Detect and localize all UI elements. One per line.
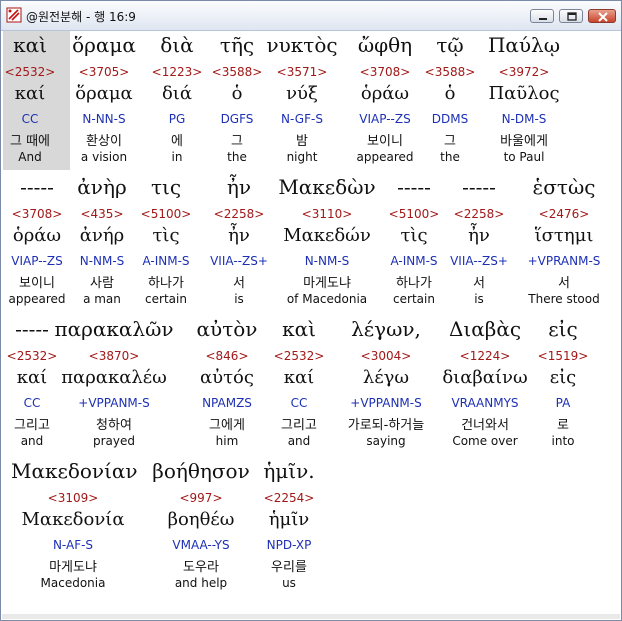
close-button[interactable] (588, 9, 616, 23)
word-parse: N-DM-S (501, 112, 547, 126)
word-num: <3870> (88, 349, 140, 363)
word-greek: ἑστὼς (532, 175, 596, 199)
window-title: @원전분해 - 행 16:9 (26, 10, 136, 24)
word-entry[interactable]: Μακεδονίαν <3109> Μακεδονία N-AF-S 마게도냐 Maced… (11, 459, 138, 597)
word-entry[interactable]: παρακαλῶν <3870> παρακαλέω +VPPANM-S 청하여 pray… (52, 317, 176, 455)
word-lemma: εἰς (549, 367, 577, 388)
interlinear-content[interactable]: καὶ <2532> καί CC 그 때에 And ὅραμα <3705> ὅραμα N-N… (2, 31, 620, 614)
minimize-icon (539, 18, 547, 20)
maximize-icon (567, 12, 577, 21)
close-icon (598, 12, 608, 22)
word-entry[interactable]: ἑστὼς <2476> ἵστημι +VPRANM-S 서 There stood (502, 175, 620, 313)
word-eng: There stood (528, 292, 600, 306)
minimize-button[interactable] (530, 9, 554, 23)
word-num: <3972> (498, 65, 550, 79)
word-entry[interactable]: Παύλῳ <3972> Παῦλος N-DM-S 바울에게 to Paul (462, 33, 586, 171)
word-num: <3109> (47, 491, 99, 505)
word-parse: PA (555, 396, 571, 410)
word-kor: 청하여 (96, 418, 132, 433)
word-greek: Παύλῳ (487, 33, 561, 57)
word-eng: us (282, 576, 296, 590)
word-num: <1519> (537, 349, 589, 363)
word-num: <2476> (538, 207, 590, 221)
word-entry[interactable]: ἡμῖν. <2254> ἡμῖν NPD-XP 우리를 us (227, 459, 351, 597)
word-greek: παρακαλῶν (54, 317, 174, 341)
bottom-edge (2, 614, 620, 619)
word-lemma: παρακαλέω (61, 367, 167, 388)
word-greek: Μακεδονίαν (11, 459, 138, 483)
word-eng: into (551, 434, 575, 448)
interlinear-window: @원전분해 - 행 16:9 καὶ <2532> καί CC 그 때에 And ὅραμ… (0, 0, 622, 621)
title-bar[interactable]: @원전분해 - 행 16:9 (1, 1, 621, 31)
word-parse: +VPPANM-S (78, 396, 150, 410)
word-lemma: Παῦλος (488, 83, 560, 104)
word-parse: +VPRANM-S (527, 254, 601, 268)
word-num: <2254> (263, 491, 315, 505)
word-greek: ἡμῖν. (263, 459, 315, 483)
word-lemma: Μακεδονία (21, 509, 125, 530)
word-eng: prayed (92, 434, 135, 448)
word-lemma: ἵστημι (534, 225, 594, 246)
word-entry[interactable]: εἰς <1519> εἰς PA 로 into (501, 317, 620, 455)
word-greek: εἰς (548, 317, 578, 341)
word-kor: 서 (558, 276, 570, 291)
app-icon (6, 7, 22, 23)
word-kor: 바울에게 (500, 134, 548, 149)
word-parse: N-AF-S (52, 538, 94, 552)
word-eng: Macedonia (40, 576, 106, 590)
word-lemma: ἡμῖν (268, 509, 310, 530)
word-kor: 로 (557, 418, 569, 433)
word-kor: 마게도냐 (49, 560, 97, 575)
word-kor: 우리를 (271, 560, 307, 575)
word-parse: NPD-XP (266, 538, 312, 552)
maximize-button[interactable] (559, 9, 583, 23)
word-eng: to Paul (503, 150, 545, 164)
